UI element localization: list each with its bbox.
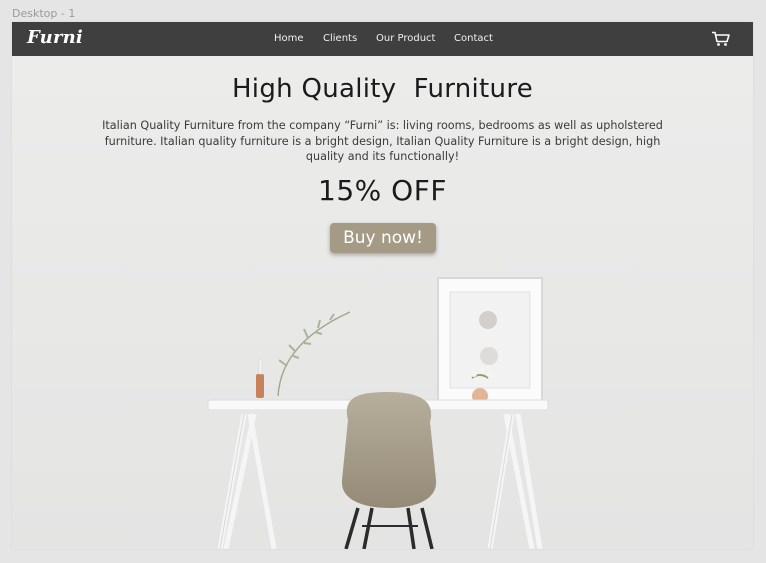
buy-now-button[interactable]: Buy now! <box>330 223 436 253</box>
nav-link-our-product[interactable]: Our Product <box>376 33 435 44</box>
nav-link-home[interactable]: Home <box>274 33 304 44</box>
nav-links: Home Clients Our Product Contact <box>12 22 753 56</box>
cart-icon[interactable] <box>711 31 731 47</box>
hero-description: Italian Quality Furniture from the compa… <box>102 119 663 163</box>
frame-label: Desktop - 1 <box>12 7 76 20</box>
nav-link-contact[interactable]: Contact <box>454 33 493 44</box>
discount-label: 15% OFF <box>318 174 447 207</box>
desktop-frame: Furni Home Clients Our Product Contact H… <box>12 22 753 549</box>
nav-link-clients[interactable]: Clients <box>323 33 357 44</box>
hero-title: High Quality Furniture <box>231 74 534 104</box>
picture-frame <box>437 277 543 403</box>
navbar: Furni Home Clients Our Product Contact <box>12 22 753 56</box>
